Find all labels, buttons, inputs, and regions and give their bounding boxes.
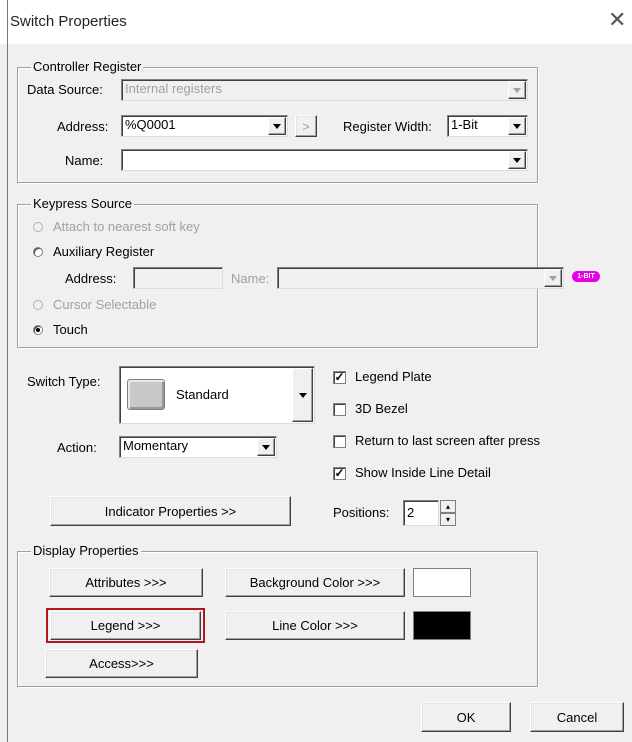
radio-nearest-soft-key[interactable]: [33, 222, 43, 232]
auxiliary-register-label: Auxiliary Register: [53, 244, 155, 259]
aux-name-dropdown[interactable]: [277, 267, 564, 289]
positions-value: 2: [407, 505, 415, 520]
data-source-dropdown[interactable]: Internal registers: [121, 79, 528, 101]
radio-touch[interactable]: [33, 325, 43, 335]
radio-cursor-selectable[interactable]: [33, 300, 43, 310]
switch-type-dropdown[interactable]: Standard: [119, 366, 315, 424]
return-last-screen-label: Return to last screen after press: [355, 433, 540, 448]
address-dropdown-button[interactable]: [268, 117, 286, 135]
keypress-source-legend: Keypress Source: [31, 196, 134, 211]
name-dropdown-button[interactable]: [508, 151, 526, 169]
display-properties-legend: Display Properties: [31, 543, 141, 558]
register-width-value: 1-Bit: [451, 117, 478, 132]
aux-address-field[interactable]: [133, 267, 223, 289]
action-value: Momentary: [123, 438, 189, 453]
controller-register-legend: Controller Register: [31, 59, 144, 74]
action-dropdown[interactable]: Momentary: [119, 436, 277, 458]
name-dropdown[interactable]: [121, 149, 528, 171]
title-bar: Switch Properties ✕: [0, 0, 632, 44]
legend-plate-checkbox[interactable]: ✓: [333, 371, 346, 384]
address-value: %Q0001: [125, 117, 176, 132]
address-label: Address:: [57, 119, 109, 134]
legend-plate-label: Legend Plate: [355, 369, 432, 384]
aux-name-dropdown-button[interactable]: [544, 269, 562, 287]
standard-switch-icon: [127, 379, 165, 410]
radio-selected-dot: [36, 328, 40, 332]
chevron-down-icon: [262, 444, 270, 450]
bezel-3d-checkbox[interactable]: [333, 403, 346, 416]
chevron-down-icon: [513, 123, 521, 129]
switch-type-dropdown-button[interactable]: [292, 368, 313, 422]
background-color-swatch[interactable]: [413, 568, 471, 597]
positions-up-button[interactable]: ▴: [440, 500, 456, 513]
show-inside-line-checkbox[interactable]: ✓: [333, 467, 346, 480]
register-width-dropdown-button[interactable]: [508, 117, 526, 135]
close-icon[interactable]: ✕: [608, 8, 626, 32]
background-color-button[interactable]: Background Color >>>: [225, 568, 405, 597]
switch-type-label: Switch Type:: [27, 374, 101, 389]
switch-type-value: Standard: [176, 387, 229, 402]
window-left-edge: [7, 0, 8, 742]
ok-button[interactable]: OK: [421, 702, 511, 732]
indicator-properties-button[interactable]: Indicator Properties >>: [50, 496, 291, 526]
return-last-screen-checkbox[interactable]: [333, 435, 346, 448]
bezel-3d-label: 3D Bezel: [355, 401, 408, 416]
touch-label: Touch: [53, 322, 88, 337]
address-browse-button[interactable]: >: [295, 115, 317, 137]
legend-button[interactable]: Legend >>>: [50, 611, 201, 640]
positions-field[interactable]: 2: [403, 500, 439, 526]
chevron-down-icon: [513, 87, 521, 93]
show-inside-line-label: Show Inside Line Detail: [355, 465, 491, 480]
nearest-soft-key-label: Attach to nearest soft key: [53, 219, 200, 234]
register-width-label: Register Width:: [343, 119, 432, 134]
data-source-dropdown-button[interactable]: [508, 81, 526, 99]
line-color-swatch[interactable]: [413, 611, 471, 640]
chevron-down-icon: [273, 123, 281, 129]
chevron-down-icon: [513, 157, 521, 163]
data-source-label: Data Source:: [27, 82, 103, 97]
data-source-value: Internal registers: [125, 81, 222, 96]
positions-label: Positions:: [333, 505, 390, 520]
action-dropdown-button[interactable]: [257, 438, 275, 456]
one-bit-badge: 1-BIT: [572, 271, 600, 282]
radio-auxiliary-register[interactable]: [33, 247, 43, 257]
aux-address-label: Address:: [65, 271, 117, 286]
cancel-button[interactable]: Cancel: [530, 702, 624, 732]
cursor-selectable-label: Cursor Selectable: [53, 297, 157, 312]
chevron-down-icon: [549, 275, 557, 281]
positions-down-button[interactable]: ▾: [440, 513, 456, 526]
action-label: Action:: [57, 440, 97, 455]
name-label: Name:: [65, 153, 104, 168]
address-dropdown[interactable]: %Q0001: [121, 115, 288, 137]
access-button[interactable]: Access>>>: [45, 649, 198, 678]
attributes-button[interactable]: Attributes >>>: [49, 568, 203, 597]
chevron-down-icon: [298, 392, 307, 398]
window-title: Switch Properties: [10, 13, 127, 30]
line-color-button[interactable]: Line Color >>>: [225, 611, 405, 640]
aux-name-label: Name:: [231, 271, 270, 286]
